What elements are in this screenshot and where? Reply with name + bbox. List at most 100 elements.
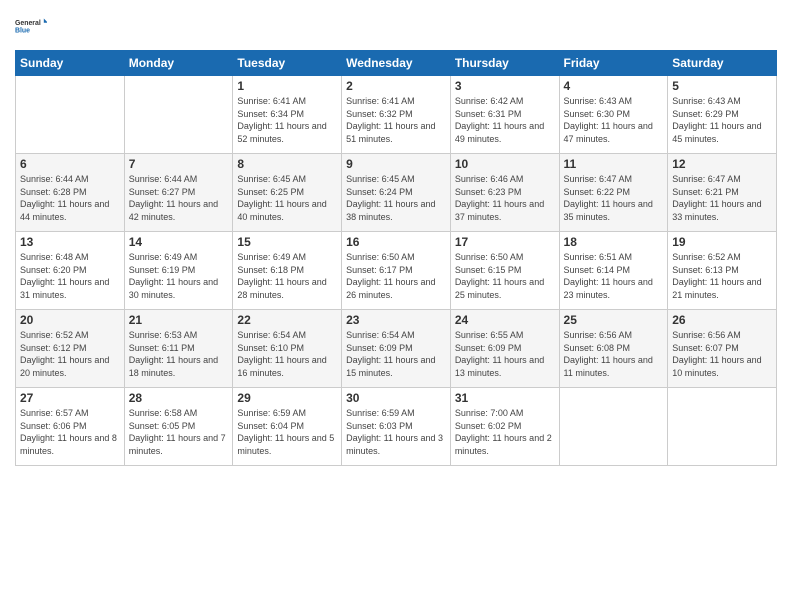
day-number: 21: [129, 313, 229, 327]
calendar-cell: 19 Sunrise: 6:52 AMSunset: 6:13 PMDaylig…: [668, 232, 777, 310]
day-number: 19: [672, 235, 772, 249]
calendar-cell: 10 Sunrise: 6:46 AMSunset: 6:23 PMDaylig…: [450, 154, 559, 232]
calendar-cell: 5 Sunrise: 6:43 AMSunset: 6:29 PMDayligh…: [668, 76, 777, 154]
day-number: 17: [455, 235, 555, 249]
logo-svg: General Blue: [15, 10, 47, 42]
weekday-header-wednesday: Wednesday: [342, 51, 451, 76]
day-number: 23: [346, 313, 446, 327]
day-number: 22: [237, 313, 337, 327]
calendar-cell: 12 Sunrise: 6:47 AMSunset: 6:21 PMDaylig…: [668, 154, 777, 232]
weekday-header-tuesday: Tuesday: [233, 51, 342, 76]
day-number: 7: [129, 157, 229, 171]
day-number: 9: [346, 157, 446, 171]
day-info: Sunrise: 6:59 AMSunset: 6:03 PMDaylight:…: [346, 408, 443, 456]
day-info: Sunrise: 6:54 AMSunset: 6:09 PMDaylight:…: [346, 330, 435, 378]
day-info: Sunrise: 6:53 AMSunset: 6:11 PMDaylight:…: [129, 330, 218, 378]
day-number: 3: [455, 79, 555, 93]
day-info: Sunrise: 6:41 AMSunset: 6:34 PMDaylight:…: [237, 96, 326, 144]
day-info: Sunrise: 6:42 AMSunset: 6:31 PMDaylight:…: [455, 96, 544, 144]
calendar-cell: [124, 76, 233, 154]
day-number: 16: [346, 235, 446, 249]
day-number: 28: [129, 391, 229, 405]
day-number: 18: [564, 235, 664, 249]
calendar-cell: 29 Sunrise: 6:59 AMSunset: 6:04 PMDaylig…: [233, 388, 342, 466]
calendar-cell: 4 Sunrise: 6:43 AMSunset: 6:30 PMDayligh…: [559, 76, 668, 154]
calendar-cell: 16 Sunrise: 6:50 AMSunset: 6:17 PMDaylig…: [342, 232, 451, 310]
calendar-cell: 13 Sunrise: 6:48 AMSunset: 6:20 PMDaylig…: [16, 232, 125, 310]
calendar-cell: 26 Sunrise: 6:56 AMSunset: 6:07 PMDaylig…: [668, 310, 777, 388]
day-info: Sunrise: 6:54 AMSunset: 6:10 PMDaylight:…: [237, 330, 326, 378]
calendar-cell: 1 Sunrise: 6:41 AMSunset: 6:34 PMDayligh…: [233, 76, 342, 154]
day-info: Sunrise: 6:49 AMSunset: 6:19 PMDaylight:…: [129, 252, 218, 300]
calendar: SundayMondayTuesdayWednesdayThursdayFrid…: [15, 50, 777, 466]
day-info: Sunrise: 6:57 AMSunset: 6:06 PMDaylight:…: [20, 408, 117, 456]
day-info: Sunrise: 6:45 AMSunset: 6:24 PMDaylight:…: [346, 174, 435, 222]
svg-text:Blue: Blue: [15, 27, 30, 34]
calendar-cell: 6 Sunrise: 6:44 AMSunset: 6:28 PMDayligh…: [16, 154, 125, 232]
day-number: 12: [672, 157, 772, 171]
day-number: 20: [20, 313, 120, 327]
day-number: 4: [564, 79, 664, 93]
weekday-header-monday: Monday: [124, 51, 233, 76]
day-number: 24: [455, 313, 555, 327]
calendar-cell: 2 Sunrise: 6:41 AMSunset: 6:32 PMDayligh…: [342, 76, 451, 154]
calendar-cell: 28 Sunrise: 6:58 AMSunset: 6:05 PMDaylig…: [124, 388, 233, 466]
calendar-cell: 15 Sunrise: 6:49 AMSunset: 6:18 PMDaylig…: [233, 232, 342, 310]
calendar-cell: [559, 388, 668, 466]
calendar-cell: 20 Sunrise: 6:52 AMSunset: 6:12 PMDaylig…: [16, 310, 125, 388]
day-number: 27: [20, 391, 120, 405]
day-info: Sunrise: 6:52 AMSunset: 6:12 PMDaylight:…: [20, 330, 109, 378]
day-number: 5: [672, 79, 772, 93]
logo: General Blue: [15, 10, 47, 42]
day-info: Sunrise: 6:47 AMSunset: 6:22 PMDaylight:…: [564, 174, 653, 222]
calendar-cell: 30 Sunrise: 6:59 AMSunset: 6:03 PMDaylig…: [342, 388, 451, 466]
weekday-header-friday: Friday: [559, 51, 668, 76]
day-number: 1: [237, 79, 337, 93]
day-info: Sunrise: 6:46 AMSunset: 6:23 PMDaylight:…: [455, 174, 544, 222]
day-info: Sunrise: 6:49 AMSunset: 6:18 PMDaylight:…: [237, 252, 326, 300]
svg-text:General: General: [15, 20, 41, 27]
day-info: Sunrise: 6:43 AMSunset: 6:30 PMDaylight:…: [564, 96, 653, 144]
day-info: Sunrise: 6:58 AMSunset: 6:05 PMDaylight:…: [129, 408, 226, 456]
day-info: Sunrise: 6:56 AMSunset: 6:07 PMDaylight:…: [672, 330, 761, 378]
day-info: Sunrise: 6:55 AMSunset: 6:09 PMDaylight:…: [455, 330, 544, 378]
calendar-cell: 23 Sunrise: 6:54 AMSunset: 6:09 PMDaylig…: [342, 310, 451, 388]
calendar-cell: 9 Sunrise: 6:45 AMSunset: 6:24 PMDayligh…: [342, 154, 451, 232]
day-info: Sunrise: 6:44 AMSunset: 6:28 PMDaylight:…: [20, 174, 109, 222]
day-number: 10: [455, 157, 555, 171]
day-number: 2: [346, 79, 446, 93]
calendar-cell: 11 Sunrise: 6:47 AMSunset: 6:22 PMDaylig…: [559, 154, 668, 232]
calendar-cell: 25 Sunrise: 6:56 AMSunset: 6:08 PMDaylig…: [559, 310, 668, 388]
calendar-cell: [16, 76, 125, 154]
calendar-cell: 21 Sunrise: 6:53 AMSunset: 6:11 PMDaylig…: [124, 310, 233, 388]
day-info: Sunrise: 6:48 AMSunset: 6:20 PMDaylight:…: [20, 252, 109, 300]
weekday-header-thursday: Thursday: [450, 51, 559, 76]
day-number: 13: [20, 235, 120, 249]
day-info: Sunrise: 6:52 AMSunset: 6:13 PMDaylight:…: [672, 252, 761, 300]
calendar-cell: 8 Sunrise: 6:45 AMSunset: 6:25 PMDayligh…: [233, 154, 342, 232]
weekday-header-saturday: Saturday: [668, 51, 777, 76]
calendar-cell: 7 Sunrise: 6:44 AMSunset: 6:27 PMDayligh…: [124, 154, 233, 232]
calendar-cell: 17 Sunrise: 6:50 AMSunset: 6:15 PMDaylig…: [450, 232, 559, 310]
day-info: Sunrise: 6:51 AMSunset: 6:14 PMDaylight:…: [564, 252, 653, 300]
calendar-cell: [668, 388, 777, 466]
day-number: 14: [129, 235, 229, 249]
calendar-cell: 22 Sunrise: 6:54 AMSunset: 6:10 PMDaylig…: [233, 310, 342, 388]
day-number: 25: [564, 313, 664, 327]
calendar-cell: 14 Sunrise: 6:49 AMSunset: 6:19 PMDaylig…: [124, 232, 233, 310]
day-info: Sunrise: 6:50 AMSunset: 6:15 PMDaylight:…: [455, 252, 544, 300]
day-number: 11: [564, 157, 664, 171]
calendar-cell: 31 Sunrise: 7:00 AMSunset: 6:02 PMDaylig…: [450, 388, 559, 466]
weekday-header-sunday: Sunday: [16, 51, 125, 76]
day-number: 31: [455, 391, 555, 405]
day-info: Sunrise: 6:56 AMSunset: 6:08 PMDaylight:…: [564, 330, 653, 378]
calendar-cell: 18 Sunrise: 6:51 AMSunset: 6:14 PMDaylig…: [559, 232, 668, 310]
day-info: Sunrise: 6:44 AMSunset: 6:27 PMDaylight:…: [129, 174, 218, 222]
day-info: Sunrise: 6:50 AMSunset: 6:17 PMDaylight:…: [346, 252, 435, 300]
day-info: Sunrise: 6:47 AMSunset: 6:21 PMDaylight:…: [672, 174, 761, 222]
day-number: 26: [672, 313, 772, 327]
day-info: Sunrise: 6:59 AMSunset: 6:04 PMDaylight:…: [237, 408, 334, 456]
day-number: 30: [346, 391, 446, 405]
day-number: 15: [237, 235, 337, 249]
calendar-cell: 27 Sunrise: 6:57 AMSunset: 6:06 PMDaylig…: [16, 388, 125, 466]
